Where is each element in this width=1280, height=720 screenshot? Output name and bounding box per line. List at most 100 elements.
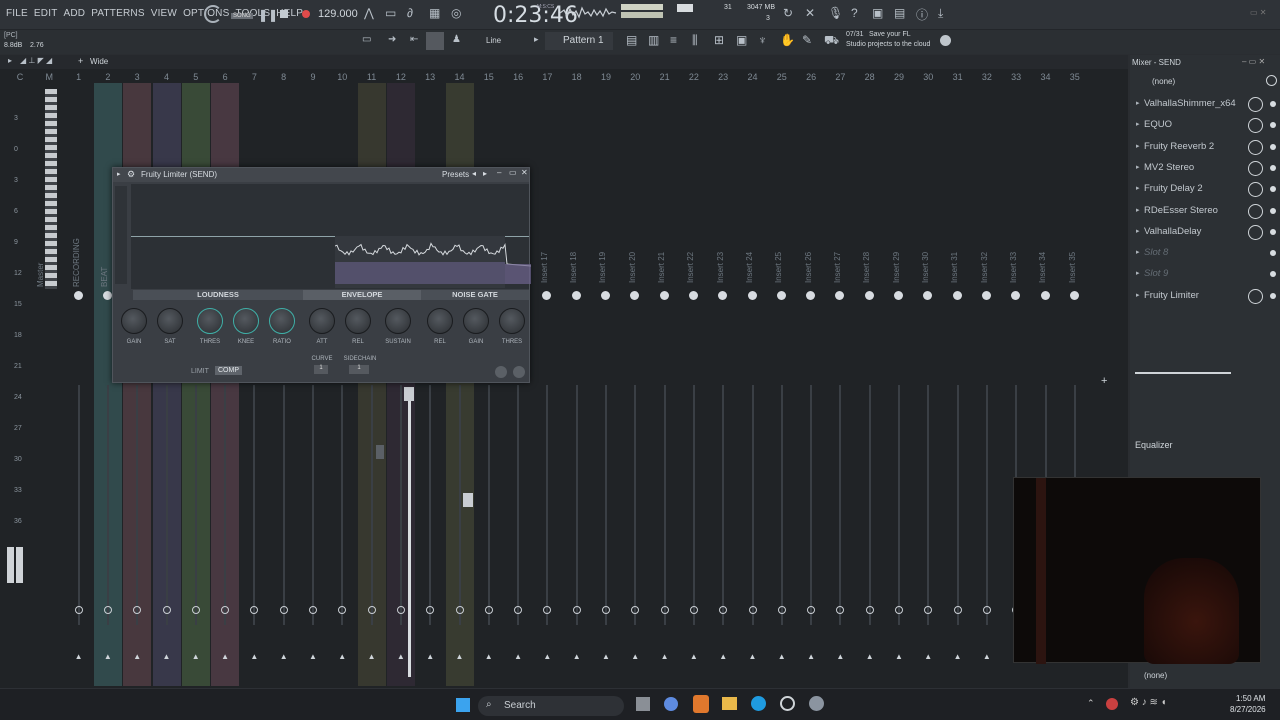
route-button-15[interactable] <box>484 606 493 614</box>
slot-mix-knob-10[interactable] <box>1248 288 1263 304</box>
slot-enable-led-4[interactable] <box>1270 164 1276 171</box>
fader-track-20[interactable] <box>634 385 637 625</box>
fader-track-14[interactable] <box>458 385 461 625</box>
input-info-icon[interactable] <box>1266 75 1277 86</box>
panel-window-controls[interactable]: – ▭ ✕ <box>1242 57 1265 66</box>
minimize-icon[interactable]: – <box>497 168 501 177</box>
add-icon[interactable]: + <box>78 56 83 66</box>
fader-track-11[interactable] <box>370 385 373 625</box>
effect-slot-7[interactable]: ValhallaDelay <box>1144 223 1254 241</box>
channel-number-1[interactable]: 1 <box>65 72 93 82</box>
route-button-31[interactable] <box>953 606 962 614</box>
pan-knob-18[interactable] <box>571 291 581 300</box>
taskbar-search[interactable]: ⌕ Search <box>478 696 624 716</box>
globe-icon[interactable] <box>940 35 951 46</box>
route-button-26[interactable] <box>807 606 816 614</box>
channel-number-26[interactable]: 26 <box>797 72 825 82</box>
file-explorer-icon[interactable] <box>722 697 737 710</box>
route-arrow-icon-30[interactable]: ▲ <box>924 652 932 661</box>
sidechain-value[interactable]: 1 <box>349 365 369 374</box>
plugin-arrow-icon[interactable]: ▸ <box>117 170 121 178</box>
slot-enable-led-6[interactable] <box>1270 207 1276 214</box>
channel-number-2[interactable]: 2 <box>94 72 122 82</box>
slot-enable-led-9[interactable] <box>1270 271 1276 278</box>
channel-number-4[interactable]: 4 <box>153 72 181 82</box>
route-arrow-icon-22[interactable]: ▲ <box>690 652 698 661</box>
settings-icon[interactable] <box>809 696 824 711</box>
effect-slot-5[interactable]: Fruity Delay 2 <box>1144 180 1254 198</box>
route-arrow-icon-27[interactable]: ▲ <box>836 652 844 661</box>
menu-file[interactable]: FILE <box>6 8 28 19</box>
plugin-corner-icon-2[interactable] <box>513 366 525 378</box>
record-icon[interactable] <box>302 10 310 18</box>
route-button-1[interactable] <box>74 606 83 614</box>
presets-button[interactable]: Presets <box>442 170 469 179</box>
route-button-13[interactable] <box>426 606 435 614</box>
fader-track-24[interactable] <box>751 385 754 625</box>
piano-roll-icon[interactable]: ▥ <box>648 33 659 47</box>
slot-enable-led-3[interactable] <box>1270 143 1276 150</box>
route-button-21[interactable] <box>660 606 669 614</box>
fader-track-5[interactable] <box>194 385 197 625</box>
tray-chevron-icon[interactable]: ⌃ <box>1087 698 1095 709</box>
fader-track-17[interactable] <box>546 385 549 625</box>
channel-number-C[interactable]: C <box>6 72 34 82</box>
knob-gain-9[interactable] <box>463 308 489 334</box>
knob-thres-2[interactable] <box>197 308 223 334</box>
channel-number-34[interactable]: 34 <box>1032 72 1060 82</box>
tab-envelope[interactable]: ENVELOPE <box>303 290 421 300</box>
channel-number-35[interactable]: 35 <box>1061 72 1089 82</box>
fader-track-16[interactable] <box>517 385 520 625</box>
pan-knob-33[interactable] <box>1011 291 1021 300</box>
slot-arrow-icon-3[interactable]: ▸ <box>1136 163 1140 171</box>
effect-slot-2[interactable]: EQUO <box>1144 116 1254 134</box>
channel-number-13[interactable]: 13 <box>416 72 444 82</box>
channel-number-18[interactable]: 18 <box>563 72 591 82</box>
channel-number-15[interactable]: 15 <box>475 72 503 82</box>
slot-mix-knob-1[interactable] <box>1248 97 1263 112</box>
route-button-7[interactable] <box>250 606 259 614</box>
channel-number-29[interactable]: 29 <box>885 72 913 82</box>
hint-icon[interactable]: ✎ <box>802 33 812 47</box>
channel-13-fader[interactable] <box>463 493 473 507</box>
slot-enable-led-2[interactable] <box>1270 122 1276 129</box>
effect-slot-3[interactable]: Fruity Reeverb 2 <box>1144 138 1254 156</box>
route-arrow-icon-7[interactable]: ▲ <box>250 652 258 661</box>
route-button-10[interactable] <box>338 606 347 614</box>
pan-knob-19[interactable] <box>601 291 610 300</box>
pattern-play-icon[interactable]: ▸ <box>534 34 539 45</box>
channel-number-3[interactable]: 3 <box>123 72 151 82</box>
plugin-side-tools[interactable] <box>115 186 127 284</box>
mode-limit[interactable]: LIMIT <box>191 368 209 375</box>
route-button-9[interactable] <box>309 606 317 614</box>
pan-knob-26[interactable] <box>806 291 816 300</box>
knob-att-5[interactable] <box>309 308 335 334</box>
route-button-28[interactable] <box>865 606 874 614</box>
channel-number-30[interactable]: 30 <box>914 72 942 82</box>
menu-add[interactable]: ADD <box>64 8 86 19</box>
menu-patterns[interactable]: PATTERNS <box>91 8 144 19</box>
route-arrow-icon-9[interactable]: ▲ <box>309 652 317 661</box>
snap-selector[interactable]: Line <box>486 36 501 45</box>
fader-track-26[interactable] <box>810 385 813 625</box>
export-icon[interactable]: ▤ <box>894 6 905 20</box>
save-icon[interactable]: ▣ <box>872 6 883 20</box>
route-button-4[interactable] <box>162 606 171 614</box>
channel-number-16[interactable]: 16 <box>504 72 532 82</box>
tray-app-icon[interactable] <box>1106 698 1118 710</box>
mixer-menu-icon[interactable]: ▸ <box>8 56 12 65</box>
fader-track-15[interactable] <box>487 385 490 625</box>
route-button-27[interactable] <box>836 606 845 614</box>
slot-mix-knob-5[interactable] <box>1248 182 1263 198</box>
channel-number-5[interactable]: 5 <box>182 72 210 82</box>
output-selector[interactable]: (none) <box>1144 671 1167 680</box>
pattern-song-toggle-icon[interactable] <box>204 5 222 23</box>
clock-date[interactable]: 8/27/2026 <box>1230 705 1266 714</box>
route-arrow-icon-11[interactable]: ▲ <box>368 652 376 661</box>
fader-track-28[interactable] <box>868 385 871 625</box>
fl-studio-icon[interactable] <box>693 695 709 713</box>
fader-track-30[interactable] <box>927 385 930 625</box>
channel-number-10[interactable]: 10 <box>328 72 356 82</box>
route-arrow-icon-29[interactable]: ▲ <box>895 652 903 661</box>
slot-mix-knob-2[interactable] <box>1248 118 1263 134</box>
